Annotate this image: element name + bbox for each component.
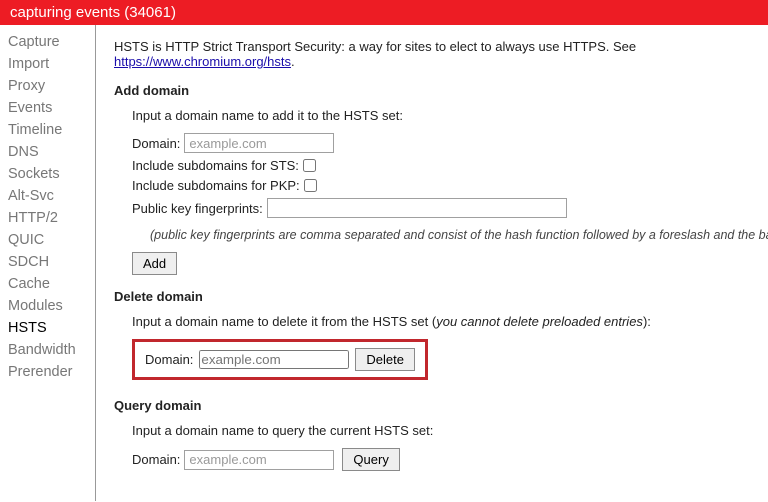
add-pkp-row: Include subdomains for PKP:	[132, 178, 768, 193]
add-sts-label: Include subdomains for STS:	[132, 158, 299, 173]
delete-domain-input[interactable]	[199, 350, 349, 369]
delete-instr-before: Input a domain name to delete it from th…	[132, 314, 436, 329]
add-pkp-label: Include subdomains for PKP:	[132, 178, 300, 193]
query-domain-label: Domain:	[132, 452, 180, 467]
intro-text: HSTS is HTTP Strict Transport Security: …	[114, 39, 768, 69]
delete-button[interactable]: Delete	[355, 348, 415, 371]
delete-instruction: Input a domain name to delete it from th…	[132, 314, 768, 329]
intro-before: HSTS is HTTP Strict Transport Security: …	[114, 39, 636, 54]
delete-instr-em: you cannot delete preloaded entries	[436, 314, 643, 329]
sidebar-item-sockets[interactable]: Sockets	[8, 163, 95, 185]
sidebar-item-http-2[interactable]: HTTP/2	[8, 207, 95, 229]
main-content: HSTS is HTTP Strict Transport Security: …	[96, 25, 768, 501]
add-hint: (public key fingerprints are comma separ…	[150, 228, 768, 242]
layout: CaptureImportProxyEventsTimelineDNSSocke…	[0, 25, 768, 501]
delete-domain-label: Domain:	[145, 352, 193, 367]
intro-link[interactable]: https://www.chromium.org/hsts	[114, 54, 291, 69]
add-domain-section: Input a domain name to add it to the HST…	[114, 108, 768, 275]
delete-highlight-box: Domain: Delete	[132, 339, 428, 380]
add-sts-row: Include subdomains for STS:	[132, 158, 768, 173]
sidebar-item-dns[interactable]: DNS	[8, 141, 95, 163]
sidebar-item-alt-svc[interactable]: Alt-Svc	[8, 185, 95, 207]
query-domain-section: Input a domain name to query the current…	[114, 423, 768, 471]
add-instruction: Input a domain name to add it to the HST…	[132, 108, 768, 123]
sidebar-item-proxy[interactable]: Proxy	[8, 75, 95, 97]
sidebar-item-prerender[interactable]: Prerender	[8, 361, 95, 383]
add-pkp-checkbox[interactable]	[304, 179, 317, 192]
add-domain-label: Domain:	[132, 136, 180, 151]
sidebar-item-modules[interactable]: Modules	[8, 295, 95, 317]
topbar-label: capturing events (34061)	[10, 4, 176, 21]
sidebar-item-quic[interactable]: QUIC	[8, 229, 95, 251]
topbar: capturing events (34061)	[0, 0, 768, 25]
sidebar-item-import[interactable]: Import	[8, 53, 95, 75]
add-domain-input[interactable]	[184, 133, 334, 153]
query-domain-input[interactable]	[184, 450, 334, 470]
query-button[interactable]: Query	[342, 448, 399, 471]
intro-after: .	[291, 54, 295, 69]
sidebar: CaptureImportProxyEventsTimelineDNSSocke…	[0, 25, 96, 501]
sidebar-item-cache[interactable]: Cache	[8, 273, 95, 295]
query-domain-row: Domain: Query	[132, 448, 768, 471]
query-instruction: Input a domain name to query the current…	[132, 423, 768, 438]
sidebar-item-bandwidth[interactable]: Bandwidth	[8, 339, 95, 361]
delete-domain-section: Input a domain name to delete it from th…	[114, 314, 768, 390]
add-sts-checkbox[interactable]	[303, 159, 316, 172]
sidebar-item-events[interactable]: Events	[8, 97, 95, 119]
add-pk-row: Public key fingerprints:	[132, 198, 768, 218]
delete-instr-after: ):	[643, 314, 651, 329]
add-pk-label: Public key fingerprints:	[132, 201, 263, 216]
add-domain-row: Domain:	[132, 133, 768, 153]
sidebar-item-capture[interactable]: Capture	[8, 31, 95, 53]
add-pk-input[interactable]	[267, 198, 567, 218]
delete-domain-title: Delete domain	[114, 289, 768, 304]
add-domain-title: Add domain	[114, 83, 768, 98]
query-domain-title: Query domain	[114, 398, 768, 413]
add-button[interactable]: Add	[132, 252, 177, 275]
sidebar-item-sdch[interactable]: SDCH	[8, 251, 95, 273]
sidebar-item-hsts[interactable]: HSTS	[8, 317, 95, 339]
sidebar-item-timeline[interactable]: Timeline	[8, 119, 95, 141]
